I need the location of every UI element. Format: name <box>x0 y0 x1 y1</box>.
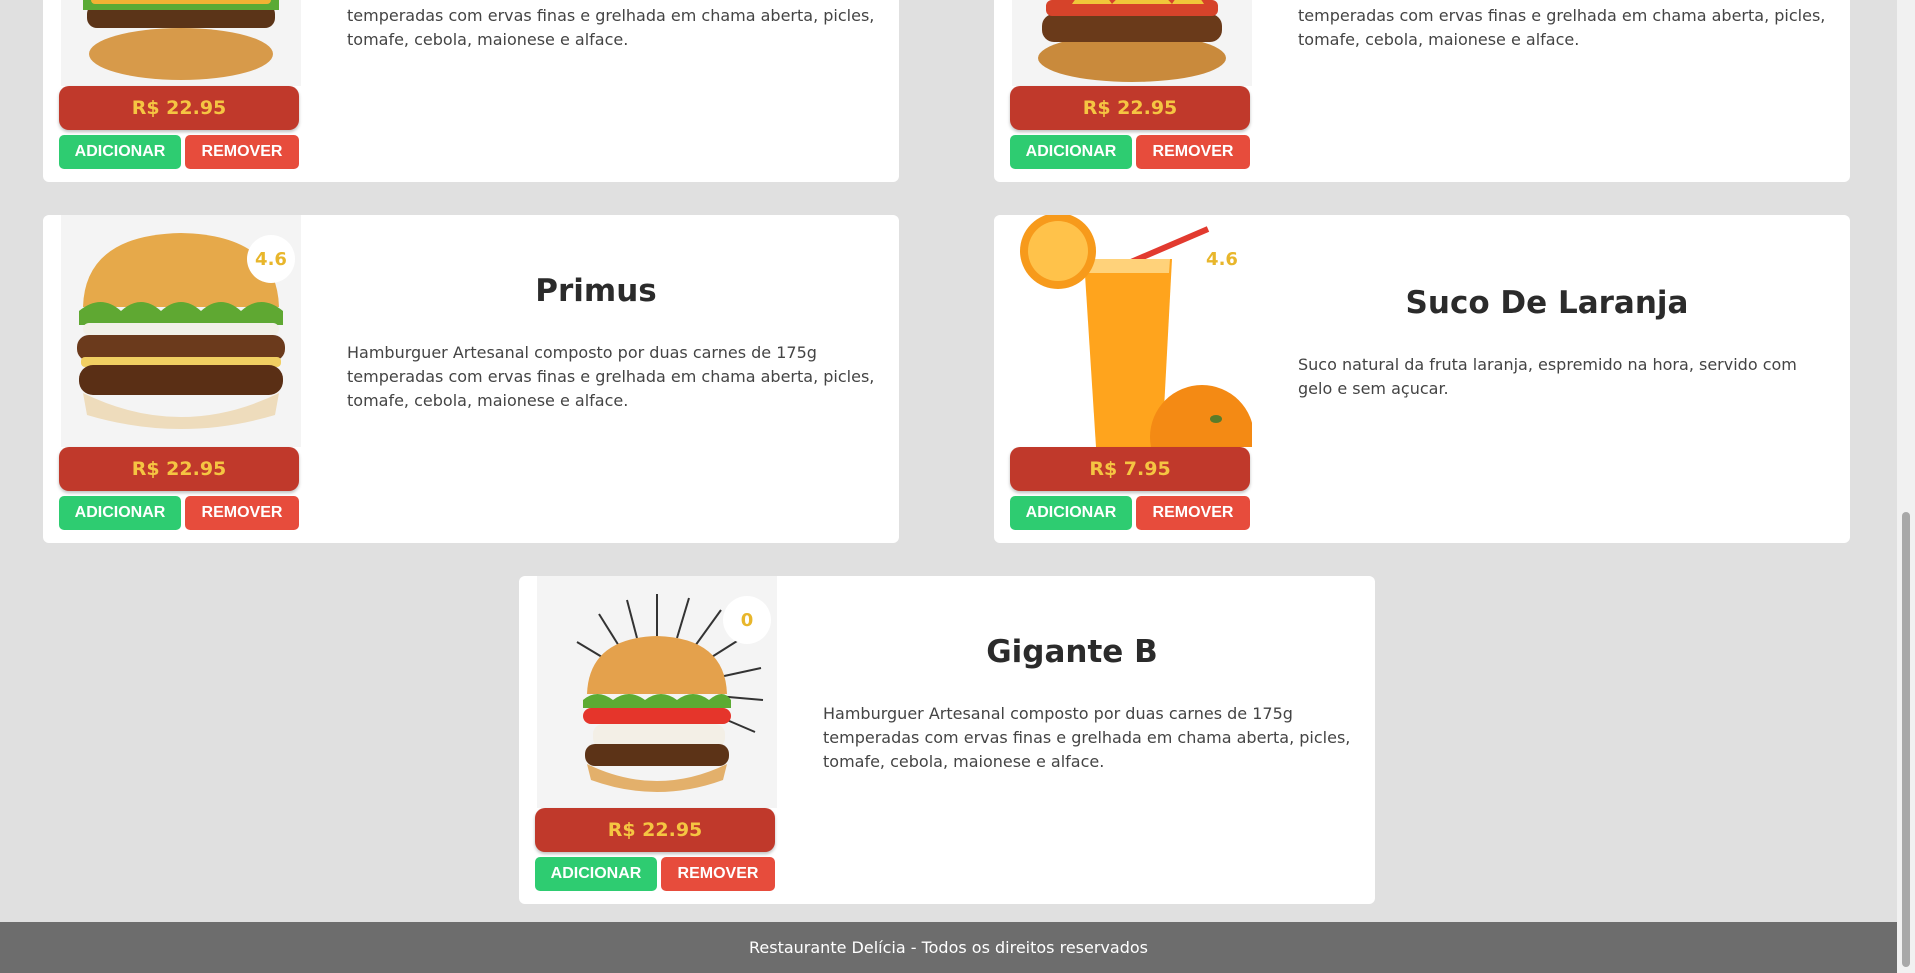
product-title: Suco De Laranja <box>1405 285 1689 321</box>
remove-button[interactable]: REMOVER <box>185 496 299 530</box>
scrollbar-thumb[interactable] <box>1902 512 1910 967</box>
add-button[interactable]: ADICIONAR <box>535 857 657 891</box>
product-title: Primus <box>535 273 657 309</box>
product-card-gigante-b: 0 R$ 22.95 ADICIONAR REMOVER Gigante B H… <box>519 576 1375 904</box>
price-tag: R$ 22.95 <box>1010 86 1250 130</box>
product-description: temperadas com ervas finas e grelhada em… <box>1298 6 1826 49</box>
remove-button[interactable]: REMOVER <box>1136 135 1250 169</box>
price-tag: R$ 22.95 <box>59 86 299 130</box>
add-button[interactable]: ADICIONAR <box>59 135 181 169</box>
product-description: Hamburguer Artesanal composto por duas c… <box>347 343 875 410</box>
product-image: 4.6 <box>1012 215 1252 447</box>
footer-text: Restaurante Delícia - Todos os direitos … <box>749 938 1148 957</box>
rating-badge: 0 <box>723 596 771 644</box>
product-image: 4.6 <box>61 215 301 447</box>
price-tag: R$ 7.95 <box>1010 447 1250 491</box>
remove-button[interactable]: REMOVER <box>661 857 775 891</box>
footer: Restaurante Delícia - Todos os direitos … <box>0 922 1897 973</box>
remove-button[interactable]: REMOVER <box>185 135 299 169</box>
add-button[interactable]: ADICIONAR <box>59 496 181 530</box>
price-tag: R$ 22.95 <box>59 447 299 491</box>
add-button[interactable]: ADICIONAR <box>1010 135 1132 169</box>
vertical-scrollbar[interactable] <box>1897 0 1915 973</box>
product-card: R$ 22.95 ADICIONAR REMOVER temperadas co… <box>994 0 1850 182</box>
menu-page: R$ 22.95 ADICIONAR REMOVER temperadas co… <box>0 0 1897 973</box>
product-card: R$ 22.95 ADICIONAR REMOVER temperadas co… <box>43 0 899 182</box>
product-image <box>61 0 301 86</box>
product-card-primus: 4.6 R$ 22.95 ADICIONAR REMOVER Primus Ha… <box>43 215 899 543</box>
price-tag: R$ 22.95 <box>535 808 775 852</box>
product-card-suco-de-laranja: 4.6 R$ 7.95 ADICIONAR REMOVER Suco De La… <box>994 215 1850 543</box>
burger-icon <box>83 0 279 80</box>
product-title: Gigante B <box>986 634 1158 670</box>
add-button[interactable]: ADICIONAR <box>1010 496 1132 530</box>
product-description: temperadas com ervas finas e grelhada em… <box>347 6 875 49</box>
product-image <box>1012 0 1252 86</box>
rating-badge: 4.6 <box>1198 235 1246 283</box>
product-image: 0 <box>537 576 777 808</box>
burger-icon <box>1038 0 1226 82</box>
rating-badge: 4.6 <box>247 235 295 283</box>
remove-button[interactable]: REMOVER <box>1136 496 1250 530</box>
product-description: Suco natural da fruta laranja, espremido… <box>1298 355 1797 398</box>
product-description: Hamburguer Artesanal composto por duas c… <box>823 704 1351 771</box>
